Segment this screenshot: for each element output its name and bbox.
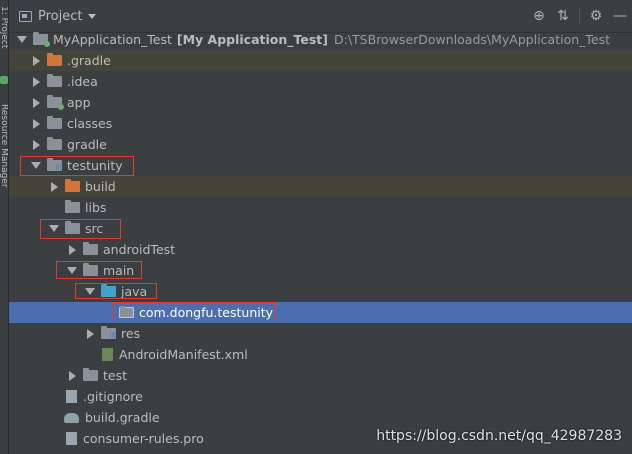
folder-icon bbox=[83, 263, 98, 276]
chevron-right-icon[interactable] bbox=[83, 329, 97, 339]
chevron-right-icon[interactable] bbox=[29, 98, 43, 108]
tree-item-label: consumer-rules.pro bbox=[83, 431, 204, 446]
tree-row-dot-gradle[interactable]: .gradle bbox=[9, 50, 632, 71]
tree-row-idea[interactable]: .idea bbox=[9, 71, 632, 92]
target-icon[interactable]: ⊕ bbox=[527, 4, 551, 28]
module-folder-icon bbox=[47, 95, 64, 110]
resource-manager-tab[interactable]: Resource Manager bbox=[0, 104, 8, 188]
tree-item-label: .gitignore bbox=[83, 389, 143, 404]
chevron-down-icon[interactable] bbox=[15, 36, 29, 43]
folder-icon bbox=[83, 242, 98, 255]
chevron-down-icon[interactable] bbox=[47, 225, 61, 232]
folder-icon bbox=[33, 32, 50, 47]
project-icon bbox=[19, 10, 32, 22]
chevron-right-icon[interactable] bbox=[29, 56, 43, 66]
folder-icon bbox=[83, 368, 98, 381]
chevron-right-icon[interactable] bbox=[29, 77, 43, 87]
tree-item-label: .gradle bbox=[67, 53, 111, 68]
text-file-icon bbox=[66, 432, 77, 445]
project-view-title[interactable]: Project bbox=[38, 9, 82, 24]
tree-item-label: com.dongfu.testunity bbox=[139, 305, 274, 320]
tree-item-label: classes bbox=[67, 116, 113, 131]
folder-icon bbox=[47, 116, 62, 129]
tree-item-label: src bbox=[85, 221, 104, 236]
tree-row-testunity[interactable]: testunity bbox=[9, 155, 632, 176]
text-file-icon bbox=[66, 390, 77, 403]
chevron-right-icon[interactable] bbox=[47, 182, 61, 192]
manifest-file-icon bbox=[102, 348, 113, 361]
gear-icon[interactable]: ⚙ bbox=[584, 4, 608, 28]
chevron-down-icon[interactable] bbox=[65, 267, 79, 274]
tree-row-java[interactable]: java bbox=[9, 281, 632, 302]
tree-item-label: build bbox=[85, 179, 116, 194]
project-tree: MyApplication_Test [My Application_Test]… bbox=[9, 32, 632, 454]
tree-row-build[interactable]: build bbox=[9, 176, 632, 197]
gradle-file-icon bbox=[64, 412, 79, 423]
folder-icon bbox=[65, 221, 80, 234]
tree-row-classes[interactable]: classes bbox=[9, 113, 632, 134]
project-tool-tab[interactable]: 1: Project bbox=[0, 6, 8, 48]
tree-item-label: gradle bbox=[67, 137, 107, 152]
root-project-name: MyApplication_Test bbox=[53, 32, 172, 47]
module-folder-icon bbox=[47, 158, 62, 171]
chevron-down-icon[interactable] bbox=[88, 13, 97, 19]
tree-row-package[interactable]: com.dongfu.testunity bbox=[9, 302, 632, 323]
tree-item-label: AndroidManifest.xml bbox=[119, 347, 248, 362]
tree-item-label: build.gradle bbox=[85, 410, 160, 425]
side-tool-strip: 1: Project Resource Manager bbox=[0, 0, 9, 454]
folder-icon bbox=[47, 137, 62, 150]
tree-item-label: test bbox=[103, 368, 128, 383]
chevron-down-icon[interactable] bbox=[29, 162, 43, 169]
chevron-down-icon[interactable] bbox=[83, 288, 97, 295]
chevron-right-icon[interactable] bbox=[29, 140, 43, 150]
collapse-icon[interactable]: ⇅ bbox=[551, 4, 575, 28]
chevron-right-icon[interactable] bbox=[65, 371, 79, 381]
tree-item-label: res bbox=[121, 326, 141, 341]
tree-row-app[interactable]: app bbox=[9, 92, 632, 113]
tree-item-label: app bbox=[67, 95, 91, 110]
folder-icon bbox=[65, 200, 80, 213]
tree-row-root[interactable]: MyApplication_Test [My Application_Test]… bbox=[9, 29, 632, 50]
tree-row-libs[interactable]: libs bbox=[9, 197, 632, 218]
tree-row-build-gradle[interactable]: build.gradle bbox=[9, 407, 632, 428]
tree-row-manifest[interactable]: AndroidManifest.xml bbox=[9, 344, 632, 365]
tree-item-label: .idea bbox=[67, 74, 98, 89]
tree-item-label: androidTest bbox=[103, 242, 176, 257]
tree-row-gitignore[interactable]: .gitignore bbox=[9, 386, 632, 407]
root-project-path: D:\TSBrowserDownloads\MyApplication_Test bbox=[334, 32, 611, 47]
tree-row-androidtest[interactable]: androidTest bbox=[9, 239, 632, 260]
package-icon bbox=[119, 306, 134, 318]
tree-row-gradle[interactable]: gradle bbox=[9, 134, 632, 155]
chevron-right-icon[interactable] bbox=[29, 119, 43, 129]
watermark-text: https://blog.csdn.net/qq_42987283 bbox=[376, 428, 622, 444]
source-folder-icon bbox=[101, 284, 116, 297]
tree-row-res[interactable]: res bbox=[9, 323, 632, 344]
root-module-name: [My Application_Test] bbox=[176, 32, 328, 47]
tree-row-test[interactable]: test bbox=[9, 365, 632, 386]
chevron-right-icon[interactable] bbox=[65, 245, 79, 255]
toolbar-divider bbox=[579, 8, 580, 24]
tree-row-src[interactable]: src bbox=[9, 218, 632, 239]
folder-icon bbox=[65, 179, 80, 192]
minimize-icon[interactable]: — bbox=[608, 4, 632, 28]
android-icon bbox=[0, 76, 8, 84]
folder-icon bbox=[47, 53, 62, 66]
folder-icon bbox=[47, 74, 62, 87]
tree-item-label: testunity bbox=[67, 158, 123, 173]
tree-row-main[interactable]: main bbox=[9, 260, 632, 281]
resource-folder-icon bbox=[101, 326, 116, 339]
tree-item-label: main bbox=[103, 263, 135, 278]
tree-item-label: java bbox=[121, 284, 148, 299]
tree-item-label: libs bbox=[85, 200, 107, 215]
